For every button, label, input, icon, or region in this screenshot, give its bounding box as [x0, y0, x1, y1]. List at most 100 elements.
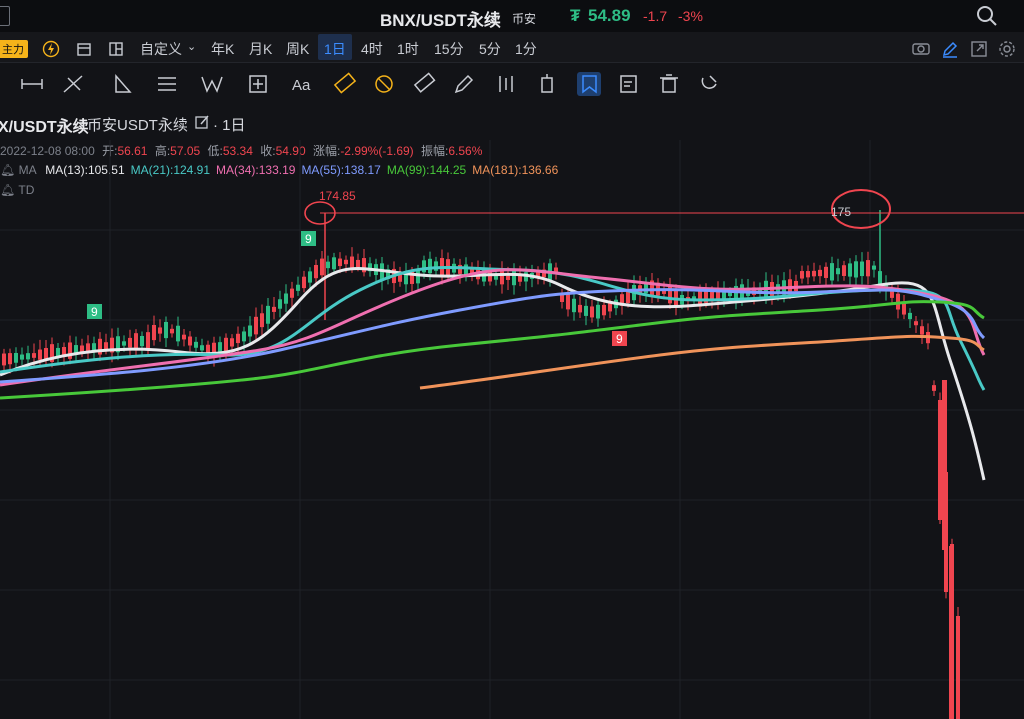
- candle-body: [122, 341, 126, 346]
- candle-body: [296, 284, 300, 291]
- candle-body: [830, 263, 834, 281]
- tab-1d[interactable]: 1日: [324, 39, 346, 59]
- candle-body: [584, 305, 588, 316]
- main-force-badge[interactable]: 主力: [0, 40, 28, 58]
- pen-icon[interactable]: [454, 74, 474, 94]
- crash-candle: [949, 546, 954, 719]
- exchange-label: 币安: [512, 12, 537, 26]
- candle-body: [326, 261, 330, 269]
- back-icon[interactable]: [0, 6, 10, 26]
- top-bar: BNX/USDT永续 币安 ₮ 54.89 -1.7 -3%: [0, 0, 1024, 32]
- td9-label-green-2: 9: [305, 232, 312, 246]
- candle-body: [914, 321, 918, 326]
- tab-4h[interactable]: 4时: [361, 39, 383, 59]
- settings-icon[interactable]: [998, 40, 1016, 58]
- custom-timeframe-dropdown[interactable]: 自定义: [140, 39, 182, 59]
- channel-icon[interactable]: [63, 75, 83, 93]
- tab-month[interactable]: 月K: [249, 39, 272, 59]
- w-pattern-icon[interactable]: [201, 76, 223, 93]
- candle-body: [902, 303, 906, 315]
- candle-body: [230, 338, 234, 347]
- candle-body: [278, 299, 282, 309]
- layout-icon[interactable]: [108, 41, 124, 57]
- candle-body: [68, 342, 72, 359]
- ruler-icon[interactable]: [333, 72, 357, 94]
- crash-candle: [942, 380, 947, 550]
- candle-body: [170, 328, 174, 334]
- candle-body: [248, 325, 252, 337]
- high-left-label: 174.85: [319, 189, 356, 203]
- candle-body: [188, 336, 192, 346]
- price-change-pct: -3%: [678, 8, 703, 24]
- edit-icon[interactable]: [194, 114, 210, 130]
- candle-body: [176, 325, 180, 342]
- candle-body: [254, 316, 258, 335]
- ma-line: [419, 334, 985, 390]
- candle-body: [512, 270, 516, 286]
- candle-body: [194, 341, 198, 348]
- bookmark-icon[interactable]: [582, 75, 597, 94]
- candle-body: [26, 353, 30, 360]
- candle-body: [128, 337, 132, 348]
- price-change: -1.7: [643, 8, 668, 24]
- candle-body: [182, 334, 186, 340]
- bars-icon[interactable]: [499, 76, 513, 92]
- candle-body: [272, 306, 276, 312]
- ma-line: [0, 267, 986, 481]
- candle-body: [428, 258, 432, 274]
- draw-pencil-icon[interactable]: [941, 40, 959, 58]
- tab-1m[interactable]: 1分: [515, 39, 537, 59]
- plus-box-icon[interactable]: [249, 75, 267, 93]
- chevron-down-icon[interactable]: ⌄: [187, 40, 196, 53]
- magnet-icon[interactable]: [701, 75, 717, 89]
- candle-body: [164, 321, 168, 339]
- candle-body: [236, 333, 240, 344]
- candle-body: [854, 261, 858, 278]
- calendar-icon[interactable]: [76, 41, 92, 57]
- candle-body: [824, 266, 828, 278]
- candle-body: [908, 312, 912, 320]
- trash-icon[interactable]: [660, 74, 678, 93]
- candle-body: [20, 354, 24, 360]
- measure-icon[interactable]: [413, 72, 436, 93]
- candle-body: [302, 276, 306, 289]
- candle-body: [32, 353, 36, 358]
- fib-icon[interactable]: [375, 75, 393, 93]
- export-icon[interactable]: [970, 40, 988, 58]
- candle-body: [332, 257, 336, 270]
- tab-1h[interactable]: 1时: [397, 39, 419, 59]
- page-title: BNX/USDT永续: [380, 11, 501, 30]
- drawing-toolbar: Aa: [21, 72, 717, 94]
- price-chart[interactable]: 174.85 175 9 9 9: [0, 140, 1024, 719]
- candle-body: [140, 335, 144, 347]
- tab-5m[interactable]: 5分: [479, 39, 501, 59]
- candle-body: [506, 275, 510, 280]
- candle-body: [260, 313, 264, 328]
- triangle-icon[interactable]: [115, 74, 132, 93]
- candle-body: [2, 353, 6, 366]
- camera-icon[interactable]: [912, 40, 930, 56]
- candle-body: [842, 265, 846, 276]
- tab-year[interactable]: 年K: [211, 39, 234, 59]
- candle-body: [416, 270, 420, 284]
- candle-body: [320, 258, 324, 276]
- candle-body: [872, 265, 876, 270]
- parallel-lines-icon[interactable]: [158, 77, 176, 91]
- candle-body: [344, 259, 348, 265]
- tether-icon: ₮: [570, 6, 581, 25]
- tab-15m[interactable]: 15分: [434, 39, 464, 59]
- horizontal-line-icon[interactable]: [21, 79, 43, 89]
- note-icon[interactable]: [620, 75, 637, 93]
- search-icon[interactable]: [976, 5, 998, 27]
- candle-body: [338, 258, 342, 267]
- chart-exchange-name: 币安USDT永续: [87, 117, 188, 134]
- candle-body: [266, 305, 270, 324]
- candle-body: [152, 324, 156, 341]
- candle-body: [836, 268, 840, 275]
- bolt-icon[interactable]: [42, 40, 60, 58]
- text-icon[interactable]: Aa: [292, 77, 311, 94]
- tab-week[interactable]: 周K: [286, 39, 309, 59]
- price-range-icon[interactable]: [541, 74, 553, 93]
- td9-label-red: 9: [616, 332, 623, 346]
- candle-body: [890, 290, 894, 298]
